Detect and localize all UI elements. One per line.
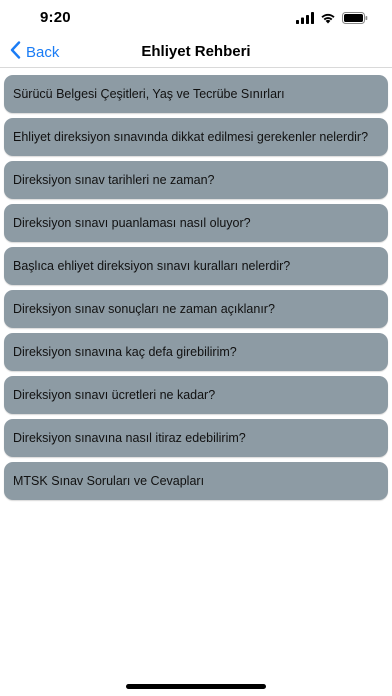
list-item[interactable]: Direksiyon sınavına nasıl itiraz edebili… [4, 419, 388, 457]
cellular-signal-icon [296, 11, 314, 29]
list-item[interactable]: Sürücü Belgesi Çeşitleri, Yaş ve Tecrübe… [4, 75, 388, 113]
status-icons [296, 11, 368, 29]
page-title: Ehliyet Rehberi [141, 43, 251, 60]
list-item[interactable]: Direksiyon sınav tarihleri ne zaman? [4, 161, 388, 199]
list-item[interactable]: Başlıca ehliyet direksiyon sınavı kurall… [4, 247, 388, 285]
list-item[interactable]: Direksiyon sınav sonuçları ne zaman açık… [4, 290, 388, 328]
list-item[interactable]: Direksiyon sınavına kaç defa girebilirim… [4, 333, 388, 371]
battery-icon [342, 11, 368, 29]
status-time: 9:20 [40, 9, 71, 26]
status-bar: 9:20 [0, 0, 392, 38]
list-item[interactable]: Direksiyon sınavı puanlaması nasıl oluyo… [4, 204, 388, 242]
wifi-icon [320, 11, 336, 29]
list-item[interactable]: MTSK Sınav Soruları ve Cevapları [4, 462, 388, 500]
navigation-bar: Back Ehliyet Rehberi [0, 38, 392, 68]
topic-list: Sürücü Belgesi Çeşitleri, Yaş ve Tecrübe… [4, 75, 388, 500]
list-item[interactable]: Ehliyet direksiyon sınavında dikkat edil… [4, 118, 388, 156]
home-indicator[interactable] [126, 684, 266, 689]
list-item[interactable]: Direksiyon sınavı ücretleri ne kadar? [4, 376, 388, 414]
